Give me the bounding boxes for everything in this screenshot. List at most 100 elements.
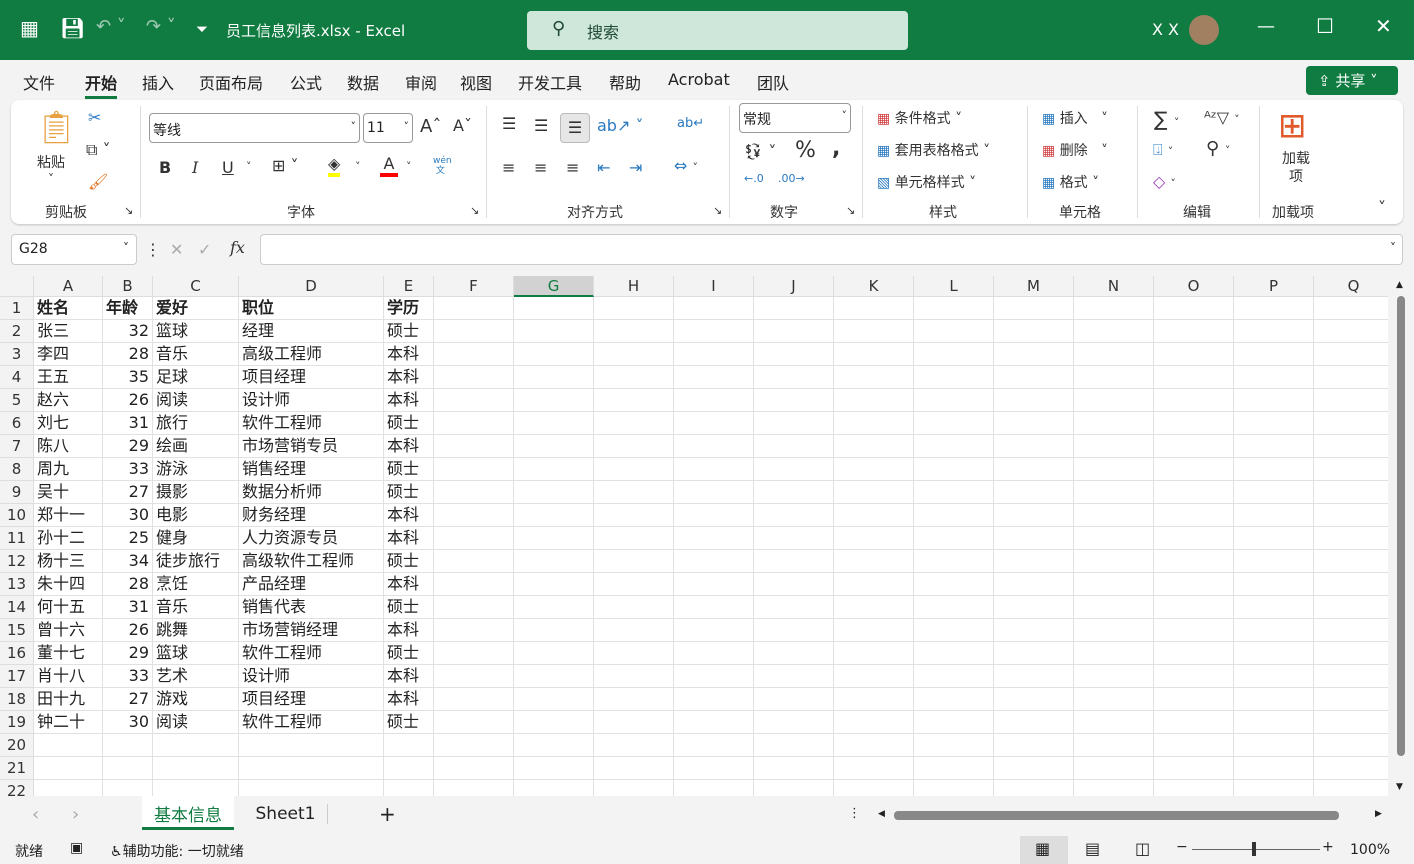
cell[interactable]: 市场营销经理 <box>239 619 384 642</box>
enter-icon[interactable]: ✓ <box>198 240 211 259</box>
macro-record-icon[interactable]: ▣ <box>70 840 83 856</box>
cell[interactable] <box>1314 343 1388 366</box>
cell[interactable] <box>754 320 834 343</box>
cell[interactable] <box>1154 297 1234 320</box>
cell[interactable] <box>1074 619 1154 642</box>
cell[interactable] <box>914 573 994 596</box>
more-options-icon[interactable]: ⋮ <box>145 240 161 259</box>
cell[interactable]: 何十五 <box>34 596 103 619</box>
cell[interactable] <box>674 458 754 481</box>
row-header[interactable]: 6 <box>0 412 34 435</box>
row-header[interactable]: 20 <box>0 734 34 757</box>
cell[interactable]: 26 <box>103 389 153 412</box>
cell[interactable] <box>1074 320 1154 343</box>
cell[interactable]: 硕士 <box>384 412 434 435</box>
cell[interactable] <box>1234 389 1314 412</box>
cell[interactable] <box>674 688 754 711</box>
cell[interactable]: 软件工程师 <box>239 412 384 435</box>
cell[interactable] <box>1154 504 1234 527</box>
column-header[interactable]: D <box>239 276 384 297</box>
cell[interactable] <box>103 780 153 796</box>
column-header[interactable]: H <box>594 276 674 297</box>
cell[interactable] <box>514 757 594 780</box>
cell[interactable] <box>1314 711 1388 734</box>
cell[interactable]: 硕士 <box>384 320 434 343</box>
cell[interactable] <box>1154 320 1234 343</box>
cell[interactable] <box>1234 711 1314 734</box>
cell[interactable] <box>674 389 754 412</box>
cell[interactable]: 游泳 <box>153 458 239 481</box>
cell[interactable] <box>754 734 834 757</box>
ribbon-tab[interactable]: 文件 <box>23 70 55 94</box>
cell[interactable]: 钟二十 <box>34 711 103 734</box>
cell[interactable] <box>434 734 514 757</box>
cell[interactable] <box>754 757 834 780</box>
cell[interactable] <box>674 734 754 757</box>
redo-icon[interactable]: ↷ ˅ <box>146 16 176 37</box>
cell[interactable] <box>674 435 754 458</box>
cell[interactable] <box>434 757 514 780</box>
autosum-icon[interactable]: ∑ ˅ <box>1154 107 1179 131</box>
format-painter-icon[interactable]: 🖌︎ <box>88 172 108 191</box>
cell[interactable] <box>754 435 834 458</box>
cell[interactable]: 学历 <box>384 297 434 320</box>
cell[interactable]: 本科 <box>384 573 434 596</box>
format-cells-button[interactable]: ▦ 格式 ˅ <box>1042 172 1099 192</box>
cell[interactable]: 朱十四 <box>34 573 103 596</box>
insert-cells-button[interactable]: ▦ 插入 ˅ <box>1042 108 1108 128</box>
cell[interactable] <box>754 596 834 619</box>
prev-sheet-icon[interactable]: ‹ <box>32 804 39 825</box>
cell[interactable]: 姓名 <box>34 297 103 320</box>
cell[interactable] <box>834 343 914 366</box>
cell[interactable]: 人力资源专员 <box>239 527 384 550</box>
avatar[interactable] <box>1189 15 1219 45</box>
cell[interactable]: 阅读 <box>153 711 239 734</box>
cell[interactable] <box>594 458 674 481</box>
font-name-select[interactable]: 等线 ˅ <box>149 113 360 143</box>
percent-icon[interactable]: % <box>795 138 816 163</box>
cell[interactable] <box>914 481 994 504</box>
row-header[interactable]: 2 <box>0 320 34 343</box>
cell[interactable] <box>994 711 1074 734</box>
cell[interactable] <box>1074 527 1154 550</box>
cell[interactable] <box>434 389 514 412</box>
cell[interactable] <box>994 688 1074 711</box>
cell[interactable] <box>514 711 594 734</box>
cell[interactable] <box>754 343 834 366</box>
cell[interactable]: 硕士 <box>384 711 434 734</box>
dialog-launcher-icon[interactable]: ↘ <box>713 204 722 217</box>
chevron-down-icon[interactable]: ˅ <box>355 160 361 173</box>
cell[interactable] <box>514 527 594 550</box>
cell[interactable] <box>434 619 514 642</box>
cell[interactable] <box>674 550 754 573</box>
cell[interactable] <box>594 343 674 366</box>
cell[interactable] <box>1074 711 1154 734</box>
cell[interactable] <box>1314 688 1388 711</box>
column-header[interactable]: C <box>153 276 239 297</box>
cell[interactable] <box>834 297 914 320</box>
cell[interactable]: 游戏 <box>153 688 239 711</box>
cell[interactable] <box>1154 550 1234 573</box>
cell[interactable] <box>594 481 674 504</box>
cell[interactable] <box>754 527 834 550</box>
row-header[interactable]: 3 <box>0 343 34 366</box>
cell[interactable] <box>434 412 514 435</box>
cell[interactable] <box>674 596 754 619</box>
cell[interactable] <box>1154 481 1234 504</box>
cell[interactable] <box>834 665 914 688</box>
cell[interactable] <box>594 412 674 435</box>
cell[interactable]: 吴十 <box>34 481 103 504</box>
column-header[interactable]: F <box>434 276 514 297</box>
cell[interactable]: 数据分析师 <box>239 481 384 504</box>
cell[interactable] <box>994 596 1074 619</box>
cell[interactable]: 跳舞 <box>153 619 239 642</box>
cell[interactable]: 本科 <box>384 343 434 366</box>
dialog-launcher-icon[interactable]: ↘ <box>846 204 855 217</box>
cell[interactable] <box>1234 366 1314 389</box>
ribbon-tab[interactable]: 公式 <box>290 70 322 94</box>
decrease-font-icon[interactable]: Aˇ <box>453 116 472 135</box>
ribbon-tab[interactable]: 开发工具 <box>518 70 582 94</box>
cell[interactable]: 销售经理 <box>239 458 384 481</box>
cell[interactable] <box>994 458 1074 481</box>
cell[interactable] <box>434 550 514 573</box>
